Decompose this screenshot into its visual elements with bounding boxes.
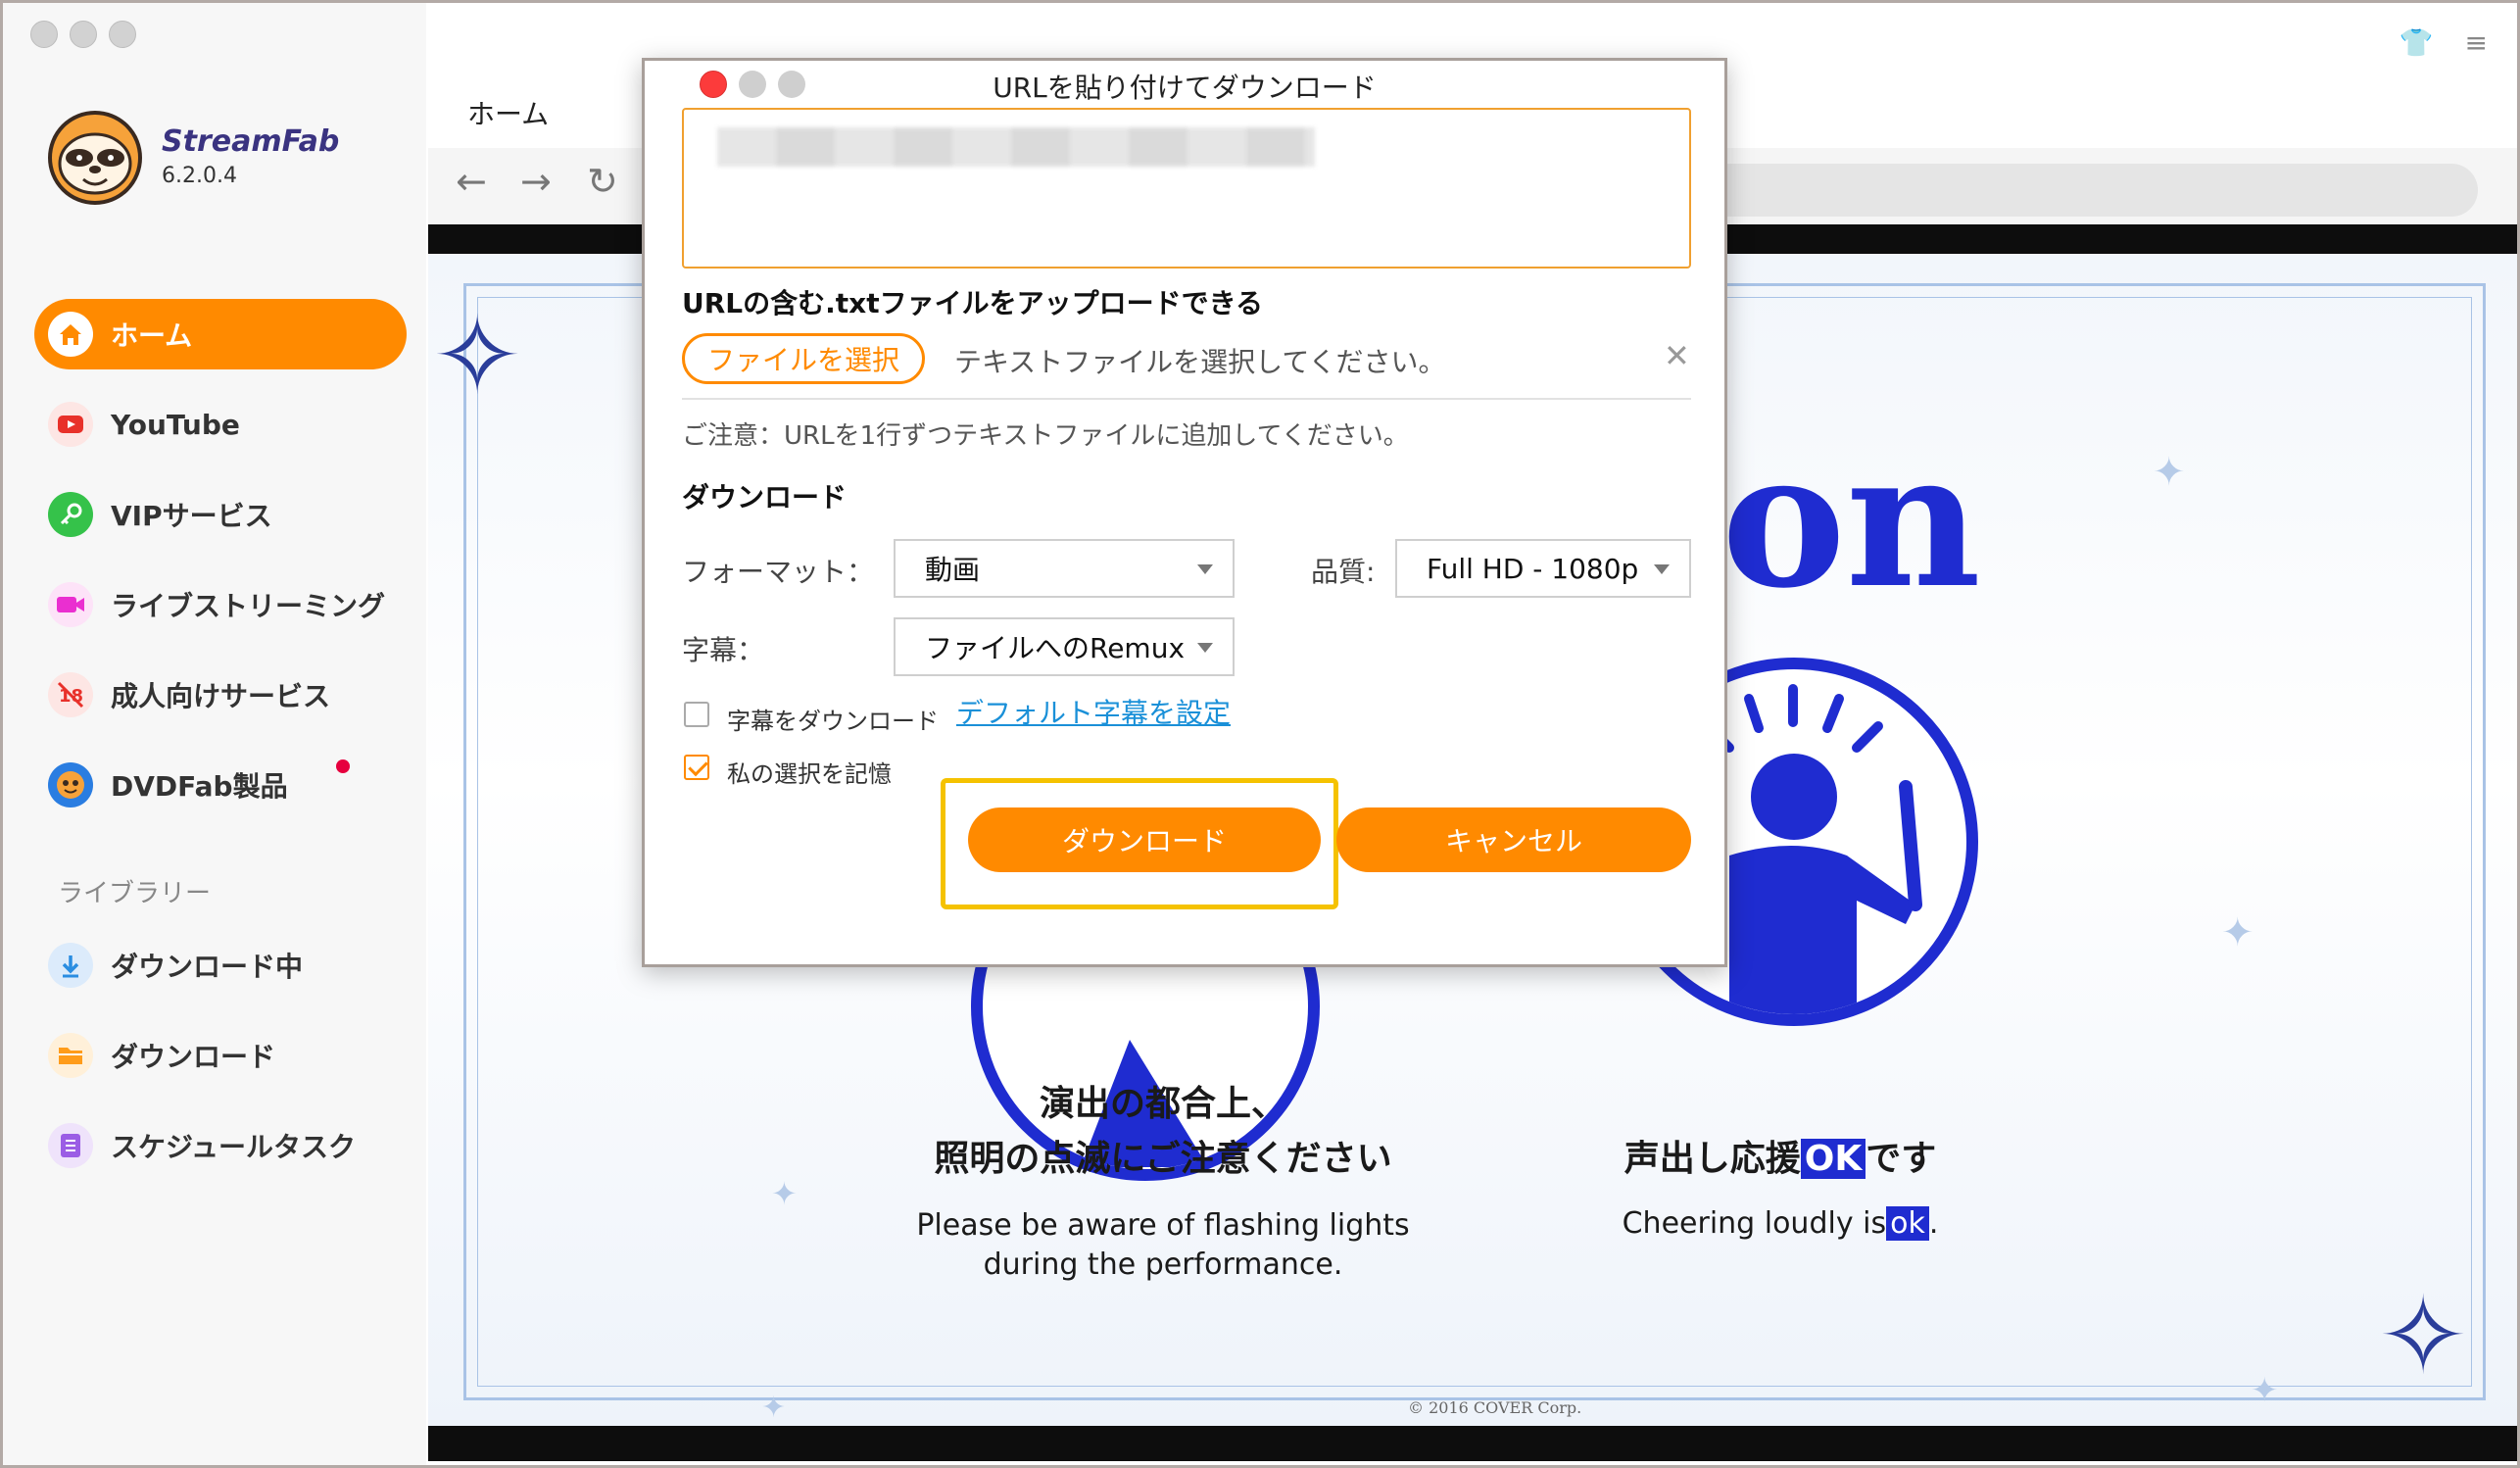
- download-subtitle-label: 字幕をダウンロード: [727, 708, 939, 735]
- subtitle-select-value: ファイルへのRemux: [925, 632, 1186, 664]
- quality-select-value: Full HD - 1080p: [1427, 552, 1639, 585]
- app-version: 6.2.0.4: [162, 164, 237, 188]
- dvdfab-logo-icon: [48, 762, 93, 807]
- home-icon: [48, 312, 93, 357]
- sidebar-item-label: ダウンロード中: [111, 951, 304, 983]
- sidebar-item-youtube[interactable]: YouTube: [34, 389, 407, 460]
- choose-file-button[interactable]: ファイルを選択: [682, 333, 925, 384]
- back-arrow-icon[interactable]: ←: [456, 160, 487, 203]
- sparkle-ornament-icon: ✧: [2378, 1273, 2469, 1398]
- remember-choice-checkbox[interactable]: [684, 755, 709, 780]
- format-select[interactable]: 動画: [894, 539, 1235, 598]
- file-hint-text: テキストファイルを選択してください。: [954, 346, 1446, 378]
- caption-right-en-prefix: Cheering loudly is: [1622, 1206, 1887, 1241]
- topbar-icons: 👕 ≡: [2399, 26, 2488, 59]
- sidebar-item-label: YouTube: [111, 408, 240, 441]
- chevron-down-icon: [1197, 564, 1213, 574]
- subtitle-label: 字幕：: [682, 634, 765, 666]
- menu-icon[interactable]: ≡: [2465, 26, 2488, 59]
- sidebar-item-label: スケジュールタスク: [111, 1131, 357, 1163]
- caption-right-en-suffix: .: [1928, 1206, 1939, 1241]
- key-icon: [48, 492, 93, 537]
- caption-right-en-ok: ok: [1886, 1206, 1929, 1241]
- window-zoom-button[interactable]: [109, 21, 136, 48]
- caption-right-en: Cheering loudly is ok.: [1506, 1204, 2055, 1244]
- sparkle-ornament-icon: ✧: [432, 293, 523, 418]
- streamfab-logo-icon: [48, 111, 142, 205]
- caption-left-en-line-1: Please be aware of flashing lights: [916, 1208, 1410, 1243]
- forward-arrow-icon[interactable]: →: [520, 160, 552, 203]
- sidebar-item-label: 成人向けサービス: [111, 680, 331, 712]
- caption-left-jp-line-1: 演出の都合上、: [1039, 1084, 1286, 1124]
- download-section-label: ダウンロード: [682, 481, 848, 514]
- address-bar[interactable]: [1704, 164, 2478, 217]
- quality-label: 品質:: [1311, 556, 1376, 588]
- brand-name: StreamFab: [162, 124, 340, 159]
- chevron-down-icon: [1197, 643, 1213, 653]
- reload-icon[interactable]: ↻: [587, 160, 618, 203]
- caption-right-jp-suffix: です: [1866, 1139, 1937, 1179]
- caption-left-en: Please be aware of flashing lights durin…: [889, 1206, 1437, 1285]
- star-decoration-icon: ✦: [771, 1175, 798, 1212]
- window-minimize-button[interactable]: [70, 21, 97, 48]
- folder-icon: [48, 1033, 93, 1078]
- clear-file-icon[interactable]: ✕: [1664, 337, 1690, 374]
- caption-right-jp: 声出し応援 OK です: [1506, 1132, 2055, 1187]
- sidebar-item-vip-services[interactable]: VIPサービス: [34, 479, 407, 550]
- format-select-value: 動画: [925, 554, 981, 586]
- caption-left-jp: 演出の都合上、 照明の点滅にご注意ください: [889, 1077, 1437, 1187]
- star-decoration-icon: ✦: [2221, 910, 2254, 955]
- caption-right-jp-ok: OK: [1800, 1139, 1866, 1179]
- sidebar: StreamFab 6.2.0.4 ホーム YouTube VIPサービス ライ…: [3, 3, 426, 1465]
- sidebar-item-scheduled-tasks[interactable]: スケジュールタスク: [34, 1110, 407, 1181]
- sidebar-item-label: ダウンロード: [111, 1041, 276, 1073]
- url-input-area[interactable]: [682, 108, 1691, 269]
- download-button[interactable]: ダウンロード: [968, 807, 1321, 872]
- divider: [682, 398, 1691, 400]
- youtube-icon: [48, 402, 93, 447]
- sidebar-item-dvdfab-products[interactable]: DVDFab製品: [34, 750, 407, 820]
- download-subtitle-checkbox[interactable]: [684, 702, 709, 727]
- star-decoration-icon: ✦: [2251, 1371, 2279, 1410]
- window-close-button[interactable]: [30, 21, 58, 48]
- caption-left-en-line-2: during the performance.: [983, 1248, 1343, 1282]
- paste-url-dialog: URLを貼り付けてダウンロード URLの含む.txtファイルをアップロードできる…: [642, 58, 1727, 967]
- adult-18-icon: 18: [48, 672, 93, 717]
- sidebar-item-label: DVDFab製品: [111, 770, 288, 803]
- sidebar-item-adult-services[interactable]: 18 成人向けサービス: [34, 660, 407, 730]
- sidebar-item-label: ライブストリーミング: [111, 590, 386, 622]
- sidebar-item-live-streaming[interactable]: ライブストリーミング: [34, 569, 407, 640]
- copyright-text: © 2016 COVER Corp.: [1408, 1398, 1582, 1417]
- caption-right-jp-prefix: 声出し応援: [1623, 1139, 1801, 1179]
- sidebar-item-home[interactable]: ホーム: [34, 299, 407, 369]
- download-arrow-icon: [48, 943, 93, 988]
- hero-text: on: [1721, 411, 1981, 629]
- schedule-list-icon: [48, 1123, 93, 1168]
- app-window: StreamFab 6.2.0.4 ホーム YouTube VIPサービス ライ…: [0, 0, 2520, 1468]
- sidebar-item-downloading[interactable]: ダウンロード中: [34, 930, 407, 1001]
- blurred-url-text: [717, 127, 1315, 167]
- tab-home[interactable]: ホーム: [467, 93, 549, 132]
- cancel-button[interactable]: キャンセル: [1336, 807, 1691, 872]
- caption-left-jp-line-2: 照明の点滅にご注意ください: [934, 1139, 1392, 1179]
- sidebar-item-label: VIPサービス: [111, 500, 272, 532]
- notification-dot: [336, 759, 350, 773]
- sidebar-item-label: ホーム: [111, 319, 193, 352]
- upload-txt-label: URLの含む.txtファイルをアップロードできる: [682, 287, 1264, 319]
- note-text: ご注意：URLを1行ずつテキストファイルに追加してください。: [682, 421, 1409, 451]
- dialog-title: URLを貼り付けてダウンロード: [993, 72, 1377, 104]
- remember-choice-label: 私の選択を記憶: [727, 760, 892, 788]
- chevron-down-icon: [1654, 564, 1670, 574]
- subtitle-select[interactable]: ファイルへのRemux: [894, 617, 1235, 676]
- library-section-label: ライブラリー: [58, 879, 212, 908]
- star-decoration-icon: ✦: [2153, 450, 2186, 495]
- live-camera-icon: [48, 582, 93, 627]
- default-subtitle-link[interactable]: デフォルト字幕を設定: [956, 692, 1231, 731]
- star-decoration-icon: ✦: [761, 1391, 787, 1425]
- format-label: フォーマット：: [682, 556, 875, 588]
- quality-select[interactable]: Full HD - 1080p: [1395, 539, 1691, 598]
- sidebar-item-downloaded[interactable]: ダウンロード: [34, 1020, 407, 1091]
- skin-shirt-icon[interactable]: 👕: [2399, 26, 2434, 59]
